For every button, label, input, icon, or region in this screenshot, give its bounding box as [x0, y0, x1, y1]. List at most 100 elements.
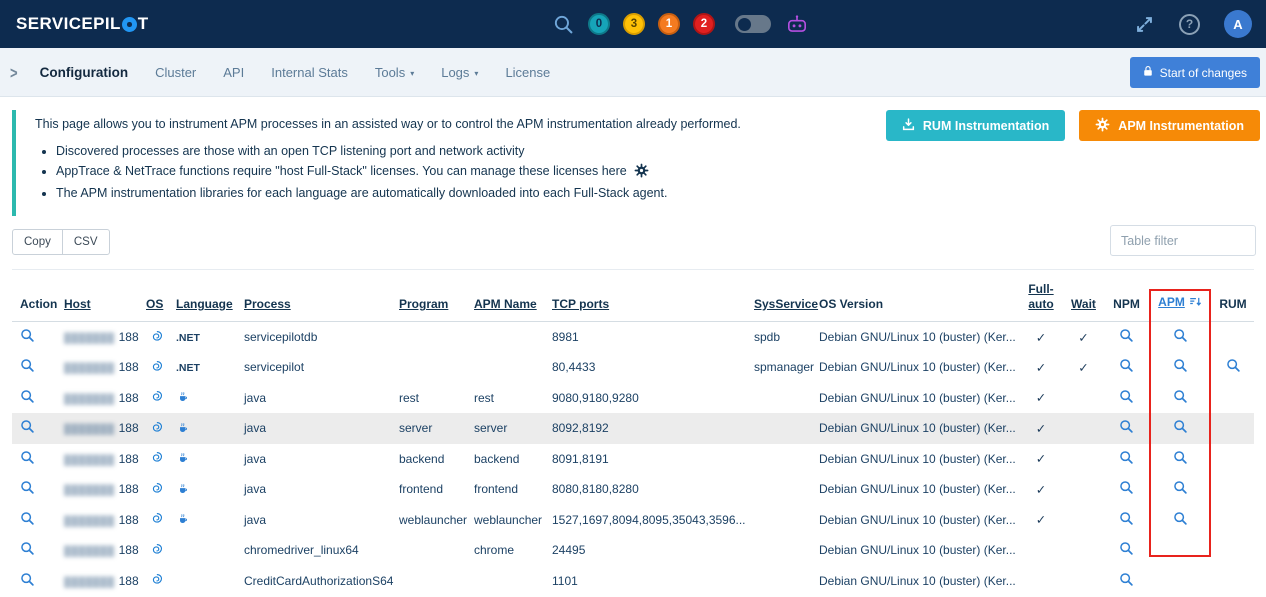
java-language-icon — [176, 481, 190, 498]
program-cell: backend — [395, 444, 470, 475]
toggle-knob-icon — [738, 18, 751, 31]
nav-item-logs[interactable]: Logs▾ — [441, 65, 478, 80]
bot-icon[interactable] — [785, 14, 809, 34]
nav-item-api[interactable]: API — [223, 65, 244, 80]
language-cell — [172, 474, 240, 505]
search-icon[interactable] — [553, 14, 574, 35]
os-cell — [142, 566, 172, 597]
os-version-cell: Debian GNU/Linux 10 (buster) (Ker... — [815, 505, 1020, 536]
os-version-cell: Debian GNU/Linux 10 (buster) (Ker... — [815, 444, 1020, 475]
nav-item-internal-stats[interactable]: Internal Stats — [271, 65, 348, 80]
apm-instrumentation-button[interactable]: APM Instrumentation — [1079, 110, 1260, 141]
action-cell — [12, 352, 60, 383]
apm-search-icon[interactable] — [1173, 450, 1188, 465]
table-row: ███████188.NETservicepilotdb8981spdbDebi… — [12, 322, 1254, 353]
nav-item-tools[interactable]: Tools▾ — [375, 65, 414, 80]
row-search-icon[interactable] — [20, 572, 35, 587]
csv-button[interactable]: CSV — [62, 229, 110, 255]
rum-cell — [1212, 383, 1254, 414]
row-search-icon[interactable] — [20, 389, 35, 404]
action-cell — [12, 535, 60, 566]
servicepilot-logo[interactable]: SERVICEPILT — [16, 14, 149, 34]
theme-toggle[interactable] — [735, 15, 771, 33]
help-icon[interactable]: ? — [1179, 14, 1200, 35]
language-cell — [172, 383, 240, 414]
apm-name-cell: frontend — [470, 474, 548, 505]
sidebar-expand-icon[interactable]: > — [10, 62, 18, 82]
npm-search-icon[interactable] — [1119, 328, 1134, 343]
apm-search-icon[interactable] — [1173, 511, 1188, 526]
alert-badge-0[interactable]: 0 — [588, 13, 610, 35]
full-auto-cell: ✓ — [1020, 383, 1062, 414]
column-header-process[interactable]: Process — [240, 270, 395, 322]
row-search-icon[interactable] — [20, 450, 35, 465]
gear-icon[interactable] — [634, 163, 649, 184]
row-search-icon[interactable] — [20, 541, 35, 556]
column-header-apm[interactable]: APM — [1148, 270, 1212, 322]
row-search-icon[interactable] — [20, 358, 35, 373]
dotnet-language-label: .NET — [176, 332, 200, 344]
column-header-language[interactable]: Language — [172, 270, 240, 322]
rum-search-icon[interactable] — [1226, 358, 1241, 373]
npm-search-icon[interactable] — [1119, 389, 1134, 404]
column-header-os[interactable]: OS — [142, 270, 172, 322]
nav-item-license[interactable]: License — [505, 65, 550, 80]
apm-search-icon[interactable] — [1173, 480, 1188, 495]
npm-search-icon[interactable] — [1119, 450, 1134, 465]
host-suffix: 188 — [119, 360, 139, 374]
column-header-sysservice[interactable]: SysService — [750, 270, 815, 322]
program-cell: frontend — [395, 474, 470, 505]
start-of-changes-button[interactable]: Start of changes — [1130, 57, 1260, 88]
host-redacted: ███████ — [64, 333, 115, 344]
os-cell — [142, 535, 172, 566]
tcp-ports-cell: 8092,8192 — [548, 413, 750, 444]
rum-instrumentation-button[interactable]: RUM Instrumentation — [886, 110, 1065, 141]
column-header-program[interactable]: Program — [395, 270, 470, 322]
row-search-icon[interactable] — [20, 328, 35, 343]
column-header-full-auto[interactable]: Full-auto — [1020, 270, 1062, 322]
apm-search-icon[interactable] — [1173, 389, 1188, 404]
apm-search-icon[interactable] — [1173, 358, 1188, 373]
row-search-icon[interactable] — [20, 480, 35, 495]
language-cell — [172, 535, 240, 566]
npm-search-icon[interactable] — [1119, 541, 1134, 556]
debian-os-icon — [150, 420, 164, 437]
chevron-down-icon: ▾ — [474, 69, 478, 78]
npm-cell — [1105, 322, 1148, 353]
process-cell: java — [240, 383, 395, 414]
alert-badge-2[interactable]: 1 — [658, 13, 680, 35]
row-search-icon[interactable] — [20, 419, 35, 434]
column-header-apm-name[interactable]: APM Name — [470, 270, 548, 322]
row-search-icon[interactable] — [20, 511, 35, 526]
apm-search-icon[interactable] — [1173, 328, 1188, 343]
check-icon: ✓ — [1036, 452, 1046, 466]
column-header-tcp-ports[interactable]: TCP ports — [548, 270, 750, 322]
copy-button[interactable]: Copy — [12, 229, 63, 255]
language-cell — [172, 444, 240, 475]
tcp-ports-cell: 1101 — [548, 566, 750, 597]
table-filter-input[interactable] — [1110, 225, 1256, 256]
alert-badge-3[interactable]: 2 — [693, 13, 715, 35]
column-header-wait[interactable]: Wait — [1062, 270, 1105, 322]
full-auto-cell: ✓ — [1020, 474, 1062, 505]
top-bar: SERVICEPILT 0312 ? A — [0, 0, 1266, 48]
npm-search-icon[interactable] — [1119, 572, 1134, 587]
npm-search-icon[interactable] — [1119, 419, 1134, 434]
user-avatar[interactable]: A — [1224, 10, 1252, 38]
host-suffix: 188 — [119, 421, 139, 435]
check-icon: ✓ — [1036, 513, 1046, 527]
table-row: ███████188.NETservicepilot80,4433spmanag… — [12, 352, 1254, 383]
npm-search-icon[interactable] — [1119, 480, 1134, 495]
apm-name-cell: server — [470, 413, 548, 444]
language-cell: .NET — [172, 322, 240, 353]
alert-badge-1[interactable]: 3 — [623, 13, 645, 35]
nav-item-cluster[interactable]: Cluster — [155, 65, 196, 80]
column-header-host[interactable]: Host — [60, 270, 142, 322]
rum-cell — [1212, 535, 1254, 566]
npm-search-icon[interactable] — [1119, 511, 1134, 526]
apm-search-icon[interactable] — [1173, 419, 1188, 434]
fullscreen-expand-icon[interactable] — [1134, 14, 1155, 35]
nav-item-configuration[interactable]: Configuration — [40, 65, 128, 80]
npm-search-icon[interactable] — [1119, 358, 1134, 373]
host-cell: ███████188 — [60, 413, 142, 444]
